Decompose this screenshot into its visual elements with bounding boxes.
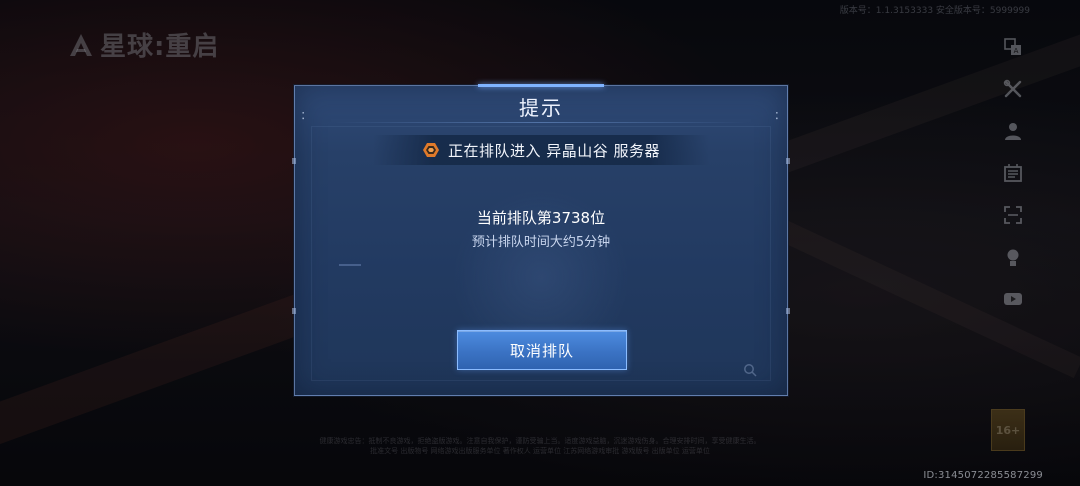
corner-marker: ⠅ [301, 112, 308, 123]
title-divider [335, 122, 747, 123]
dialog-title: 提示 [519, 96, 563, 120]
frame-notch [292, 158, 296, 164]
frame-notch [786, 308, 790, 314]
queue-position-text: 当前排队第3738位 [476, 209, 606, 227]
queue-dialog: 提示 ⠅ ⠅ 正在排队进入 异晶山谷 服务器 当前排队第3738位 预计排队时间… [292, 84, 790, 396]
corner-marker: ⠅ [774, 112, 782, 123]
title-accent-bar [478, 84, 604, 87]
frame-notch [292, 308, 296, 314]
server-hex-icon [422, 143, 439, 157]
game-screen: 星球:重启 版本号：1.1.3153333 安全版本号：5999999 A 16… [0, 0, 1080, 486]
search-icon [744, 364, 757, 377]
queue-eta-text: 预计排队时间大约5分钟 [471, 235, 611, 250]
cancel-queue-button[interactable]: 取消排队 [457, 330, 627, 370]
server-status-bar: 正在排队进入 异晶山谷 服务器 [373, 135, 709, 165]
frame-notch [786, 158, 790, 164]
server-queue-text: 正在排队进入 异晶山谷 服务器 [447, 141, 661, 160]
decorative-line [339, 264, 361, 266]
